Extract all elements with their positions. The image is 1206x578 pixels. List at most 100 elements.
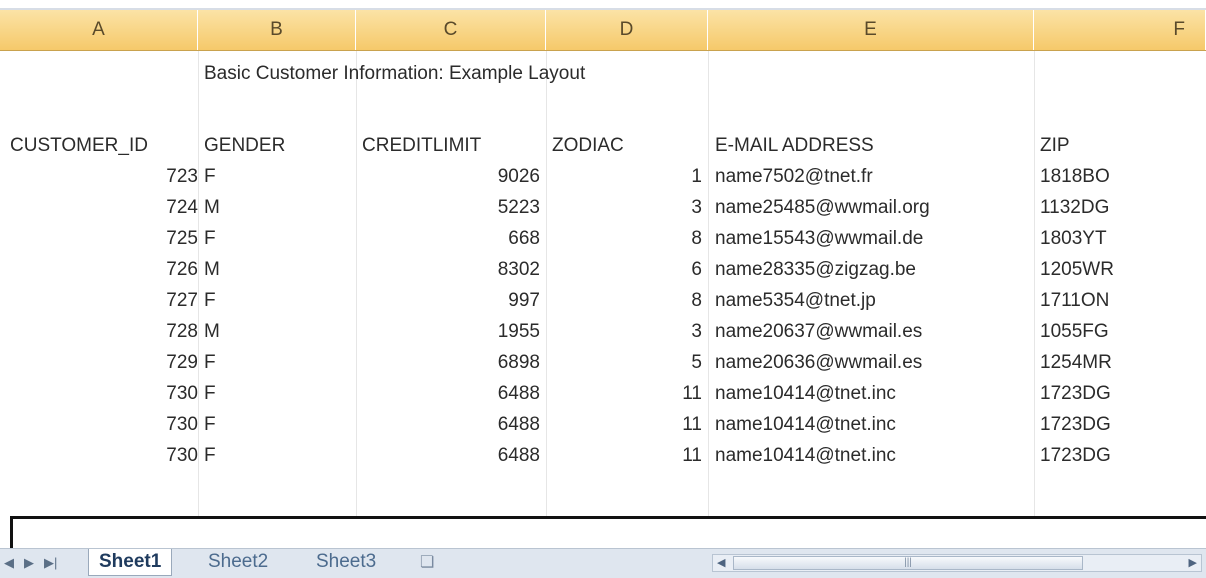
cell-zodiac[interactable]: 8 bbox=[552, 285, 702, 316]
cell-gender[interactable]: M bbox=[204, 192, 344, 223]
cell-email[interactable]: name28335@zigzag.be bbox=[715, 254, 1025, 285]
cell-creditlimit[interactable]: 6898 bbox=[362, 347, 540, 378]
cell-customer-id[interactable]: 723 bbox=[10, 161, 198, 192]
cell-zip[interactable]: 1055FG bbox=[1040, 316, 1200, 347]
cell-creditlimit[interactable]: 6488 bbox=[362, 409, 540, 440]
table-row: 728 M 1955 3 name20637@wwmail.es 1055FG bbox=[0, 316, 1206, 347]
column-header-bar: A B C D E F bbox=[0, 10, 1206, 51]
cell-zodiac[interactable]: 1 bbox=[552, 161, 702, 192]
cell-gender[interactable]: F bbox=[204, 440, 344, 471]
cell-email[interactable]: name20637@wwmail.es bbox=[715, 316, 1025, 347]
cell-zip[interactable]: 1723DG bbox=[1040, 440, 1200, 471]
column-header-f[interactable]: F bbox=[1034, 10, 1206, 50]
header-gender[interactable]: GENDER bbox=[204, 130, 285, 161]
scroll-left-icon[interactable]: ◀ bbox=[717, 556, 725, 569]
cell-zodiac[interactable]: 3 bbox=[552, 192, 702, 223]
tab-sheet2[interactable]: Sheet2 bbox=[198, 549, 278, 575]
scroll-right-icon[interactable]: ▶ bbox=[1189, 556, 1197, 569]
column-header-c[interactable]: C bbox=[356, 10, 546, 50]
cell-zip[interactable]: 1803YT bbox=[1040, 223, 1200, 254]
table-row: 726 M 8302 6 name28335@zigzag.be 1205WR bbox=[0, 254, 1206, 285]
cell-zip[interactable]: 1254MR bbox=[1040, 347, 1200, 378]
column-header-a[interactable]: A bbox=[0, 10, 198, 50]
sheet-tab-bar: ◀ ▶ ▶| Sheet1 Sheet2 Sheet3 ❏ ◀ ||| ▶ bbox=[0, 548, 1206, 578]
header-customer-id[interactable]: CUSTOMER_ID bbox=[10, 130, 148, 161]
cell-email[interactable]: name15543@wwmail.de bbox=[715, 223, 1025, 254]
cell-email[interactable]: name10414@tnet.inc bbox=[715, 409, 1025, 440]
column-header-d[interactable]: D bbox=[546, 10, 708, 50]
cell-gender[interactable]: M bbox=[204, 254, 344, 285]
cell-zodiac[interactable]: 11 bbox=[552, 409, 702, 440]
cell-creditlimit[interactable]: 6488 bbox=[362, 378, 540, 409]
column-header-b[interactable]: B bbox=[198, 10, 356, 50]
cell-email[interactable]: name10414@tnet.inc bbox=[715, 440, 1025, 471]
cell-customer-id[interactable]: 727 bbox=[10, 285, 198, 316]
cell-gender[interactable]: F bbox=[204, 161, 344, 192]
table-row: 729 F 6898 5 name20636@wwmail.es 1254MR bbox=[0, 347, 1206, 378]
tab-sheet3[interactable]: Sheet3 bbox=[306, 549, 386, 575]
cell-creditlimit[interactable]: 6488 bbox=[362, 440, 540, 471]
cell-zodiac[interactable]: 8 bbox=[552, 223, 702, 254]
cell-gender[interactable]: F bbox=[204, 409, 344, 440]
cell-customer-id[interactable]: 726 bbox=[10, 254, 198, 285]
header-zodiac[interactable]: ZODIAC bbox=[552, 130, 624, 161]
table-row: 727 F 997 8 name5354@tnet.jp 1711ON bbox=[0, 285, 1206, 316]
first-sheet-icon[interactable]: ◀ bbox=[4, 555, 14, 571]
cell-zip[interactable]: 1711ON bbox=[1040, 285, 1200, 316]
cell-zip[interactable]: 1723DG bbox=[1040, 378, 1200, 409]
cell-zip[interactable]: 1723DG bbox=[1040, 409, 1200, 440]
cell-email[interactable]: name25485@wwmail.org bbox=[715, 192, 1025, 223]
tab-sheet1[interactable]: Sheet1 bbox=[88, 549, 173, 576]
cell-gender[interactable]: F bbox=[204, 347, 344, 378]
cell-zodiac[interactable]: 6 bbox=[552, 254, 702, 285]
worksheet-grid[interactable]: Basic Customer Information: Example Layo… bbox=[0, 51, 1206, 540]
table-row: 725 F 668 8 name15543@wwmail.de 1803YT bbox=[0, 223, 1206, 254]
cell-zodiac[interactable]: 11 bbox=[552, 440, 702, 471]
cell-customer-id[interactable]: 730 bbox=[10, 378, 198, 409]
table-row: 723 F 9026 1 name7502@tnet.fr 1818BO bbox=[0, 161, 1206, 192]
cell-email[interactable]: name5354@tnet.jp bbox=[715, 285, 1025, 316]
next-sheet-icon[interactable]: ▶ bbox=[24, 555, 34, 571]
header-creditlimit[interactable]: CREDITLIMIT bbox=[362, 130, 481, 161]
cell-creditlimit[interactable]: 1955 bbox=[362, 316, 540, 347]
cell-gender[interactable]: M bbox=[204, 316, 344, 347]
cell-zip[interactable]: 1818BO bbox=[1040, 161, 1200, 192]
cell-creditlimit[interactable]: 5223 bbox=[362, 192, 540, 223]
table-row: 730 F 6488 11 name10414@tnet.inc 1723DG bbox=[0, 378, 1206, 409]
horizontal-scrollbar[interactable]: ◀ ||| ▶ bbox=[712, 554, 1202, 572]
cell-customer-id[interactable]: 724 bbox=[10, 192, 198, 223]
sheet-title-cell[interactable]: Basic Customer Information: Example Layo… bbox=[204, 63, 585, 85]
cell-zodiac[interactable]: 5 bbox=[552, 347, 702, 378]
cell-customer-id[interactable]: 725 bbox=[10, 223, 198, 254]
last-sheet-icon[interactable]: ▶| bbox=[44, 555, 57, 571]
cell-creditlimit[interactable]: 9026 bbox=[362, 161, 540, 192]
cell-gender[interactable]: F bbox=[204, 285, 344, 316]
table-row: 730 F 6488 11 name10414@tnet.inc 1723DG bbox=[0, 440, 1206, 471]
cell-creditlimit[interactable]: 668 bbox=[362, 223, 540, 254]
header-zip[interactable]: ZIP bbox=[1040, 130, 1070, 161]
header-row: CUSTOMER_ID GENDER CREDITLIMIT ZODIAC E-… bbox=[0, 130, 1206, 161]
cell-customer-id[interactable]: 729 bbox=[10, 347, 198, 378]
cell-creditlimit[interactable]: 8302 bbox=[362, 254, 540, 285]
cell-gender[interactable]: F bbox=[204, 223, 344, 254]
cell-zip[interactable]: 1205WR bbox=[1040, 254, 1200, 285]
cell-zodiac[interactable]: 11 bbox=[552, 378, 702, 409]
cell-customer-id[interactable]: 728 bbox=[10, 316, 198, 347]
cell-creditlimit[interactable]: 997 bbox=[362, 285, 540, 316]
cell-customer-id[interactable]: 730 bbox=[10, 409, 198, 440]
cell-email[interactable]: name20636@wwmail.es bbox=[715, 347, 1025, 378]
cell-email[interactable]: name7502@tnet.fr bbox=[715, 161, 1025, 192]
column-header-e[interactable]: E bbox=[708, 10, 1034, 50]
cell-gender[interactable]: F bbox=[204, 378, 344, 409]
cell-email[interactable]: name10414@tnet.inc bbox=[715, 378, 1025, 409]
insert-sheet-icon[interactable]: ❏ bbox=[420, 552, 434, 572]
top-edge bbox=[0, 0, 1206, 10]
cell-zip[interactable]: 1132DG bbox=[1040, 192, 1200, 223]
cell-zodiac[interactable]: 3 bbox=[552, 316, 702, 347]
cell-customer-id[interactable]: 730 bbox=[10, 440, 198, 471]
scroll-thumb[interactable]: ||| bbox=[733, 556, 1083, 570]
table-row: 730 F 6488 11 name10414@tnet.inc 1723DG bbox=[0, 409, 1206, 440]
table-row: 724 M 5223 3 name25485@wwmail.org 1132DG bbox=[0, 192, 1206, 223]
header-email[interactable]: E-MAIL ADDRESS bbox=[715, 130, 874, 161]
selected-cell-range[interactable] bbox=[10, 516, 1206, 548]
